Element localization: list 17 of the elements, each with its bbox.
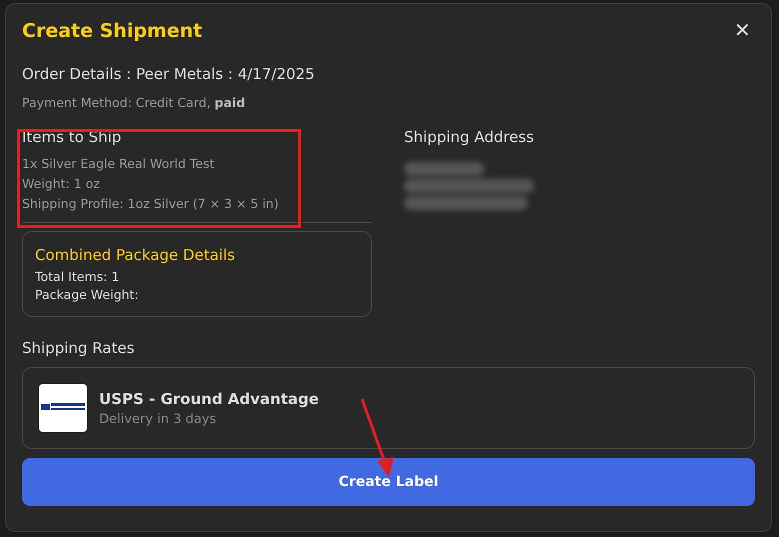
package-detail: Package Weight:	[35, 286, 140, 304]
delivery-time: Delivery in 3 days	[99, 412, 218, 426]
card-title: Combined Package Details	[35, 246, 236, 264]
rate-option[interactable]: USPS - Ground Advantage Delivery in 3 days	[22, 367, 755, 449]
carrier-logo	[39, 384, 87, 432]
create-label-button[interactable]: Create Label	[22, 458, 755, 506]
item-detail: 1x Silver Eagle Real World Test	[22, 155, 216, 173]
section-heading: Shipping Address	[404, 128, 534, 146]
section-heading: Shipping Rates	[22, 339, 136, 357]
close-button[interactable]: ✕	[730, 18, 755, 43]
package-detail: Total Items: 1	[35, 268, 120, 286]
order-details: Order Details : Peer Metals : 4/17/2025	[22, 65, 316, 83]
dialog-title: Create Shipment	[22, 20, 202, 42]
item-detail: Weight: 1 oz	[22, 175, 101, 193]
carrier-name: USPS - Ground Advantage	[99, 390, 319, 408]
item-detail: Shipping Profile: 1oz Silver (7 × 3 × 5 in)	[22, 195, 280, 213]
payment-method: Payment Method: Credit Card, paid	[22, 95, 246, 110]
